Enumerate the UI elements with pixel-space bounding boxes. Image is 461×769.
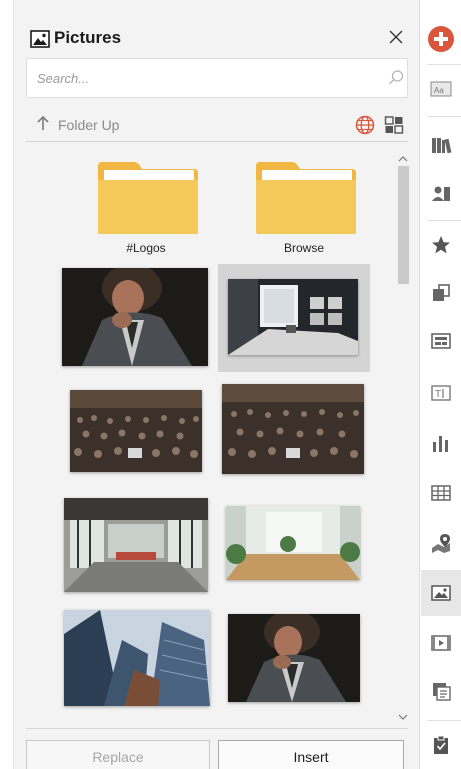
picture-thumbnail[interactable] (62, 268, 208, 368)
folder-browse[interactable]: Browse (244, 152, 364, 262)
insert-button[interactable]: Insert (218, 740, 404, 769)
library-icon[interactable] (421, 122, 461, 168)
people-icon[interactable] (421, 170, 461, 216)
thumbnail-lecture-hall (222, 384, 364, 474)
thumbnail-skyscrapers (64, 610, 210, 706)
replace-button[interactable]: Replace (26, 740, 210, 769)
left-gutter (0, 0, 14, 769)
gallery-scrollbar[interactable] (394, 146, 412, 720)
folder-icon (256, 162, 356, 234)
thumbnail-man-in-suit (228, 614, 360, 702)
text-box-icon[interactable]: T (421, 370, 461, 416)
folder-icon (98, 162, 198, 234)
video-icon[interactable] (421, 620, 461, 666)
tool-rail: Aa T (421, 0, 461, 769)
notes-icon[interactable] (421, 668, 461, 714)
arrow-up-icon (36, 115, 50, 136)
folder-logos[interactable]: #Logos (86, 152, 206, 262)
layout-icon[interactable] (421, 318, 461, 364)
footer-divider (26, 728, 408, 729)
text-style-icon[interactable]: Aa (421, 66, 461, 112)
toolbar: Folder Up (26, 112, 408, 140)
scroll-up-icon[interactable] (398, 150, 408, 162)
svg-text:T: T (435, 389, 441, 400)
folder-label: Browse (283, 241, 324, 255)
folder-up-button[interactable]: Folder Up (36, 114, 119, 136)
pane-header: Pictures (14, 0, 420, 56)
picture-icon[interactable] (421, 570, 461, 616)
globe-icon[interactable] (354, 114, 376, 136)
svg-text:Aa: Aa (434, 86, 444, 95)
close-icon[interactable] (386, 27, 406, 47)
toolbar-divider (26, 141, 408, 142)
picture-thumbnail[interactable] (222, 384, 364, 476)
add-circle-icon[interactable] (421, 16, 461, 62)
clipboard-icon[interactable] (421, 722, 461, 768)
search-input[interactable] (37, 67, 357, 89)
rail-separator (427, 116, 461, 117)
map-pin-icon[interactable] (421, 520, 461, 566)
scroll-thumb[interactable] (398, 166, 409, 284)
bar-chart-icon[interactable] (421, 420, 461, 466)
table-icon[interactable] (421, 470, 461, 516)
search-box (26, 58, 408, 98)
picture-thumbnail-selected[interactable] (218, 264, 370, 372)
star-icon[interactable] (421, 222, 461, 268)
picture-thumbnail[interactable] (64, 498, 208, 594)
picture-thumbnail[interactable] (64, 610, 210, 708)
thumbnail-dark-office (228, 279, 358, 355)
search-icon[interactable] (387, 69, 405, 87)
rail-separator (427, 64, 461, 65)
thumbnail-bright-office (226, 506, 360, 580)
picture-gallery: #Logos Browse (26, 146, 392, 722)
rail-separator (427, 220, 461, 221)
thumbnail-man-in-suit (62, 268, 208, 366)
thumbnail-conference-room (64, 498, 208, 592)
picture-thumbnail[interactable] (70, 390, 202, 474)
pictures-pane: Pictures Folder Up (14, 0, 420, 769)
folder-up-label: Folder Up (58, 117, 120, 133)
thumbnail-lecture-hall (70, 390, 202, 472)
picture-thumbnail[interactable] (226, 506, 360, 582)
rail-separator (427, 720, 461, 721)
folder-label: #Logos (126, 241, 166, 255)
scroll-down-icon[interactable] (398, 708, 408, 720)
pane-title: Pictures (54, 28, 122, 47)
thumbnail-view-icon[interactable] (384, 115, 404, 135)
picture-icon (30, 30, 50, 48)
shapes-icon[interactable] (421, 270, 461, 316)
picture-thumbnail[interactable] (228, 614, 360, 704)
